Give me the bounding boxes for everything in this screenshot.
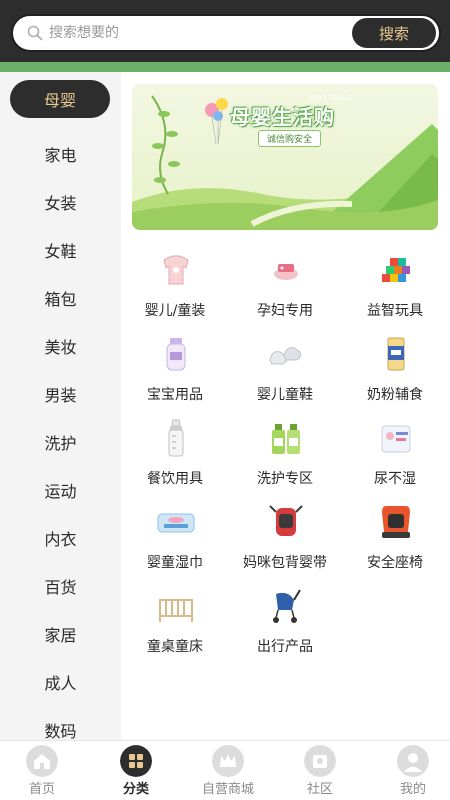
nav-community[interactable]: 社区 xyxy=(280,741,360,800)
banner-subtitle: 诚信购安全 xyxy=(258,130,322,147)
sidebar-item-yundong[interactable]: 运动 xyxy=(0,470,121,510)
nav-label: 分类 xyxy=(122,782,149,797)
search-bar[interactable]: 搜索 xyxy=(11,14,441,52)
category-formula-food[interactable]: 奶粉辅食 xyxy=(340,334,450,418)
category-label: 出行产品 xyxy=(257,639,313,655)
category-label: 妈咪包背婴带 xyxy=(243,555,327,571)
nav-label: 首页 xyxy=(28,782,55,797)
baby-lotion-icon xyxy=(166,338,186,371)
promo-banner[interactable]: HOT SALE 母婴生活购 诚信购安全 xyxy=(132,84,438,230)
category-sidebar[interactable]: 母婴 家电 女装 女鞋 箱包 美妆 男装 洗护 运动 内衣 百货 家居 成人 数… xyxy=(0,72,121,740)
category-label: 婴儿童鞋 xyxy=(257,387,313,403)
category-baby-supplies[interactable]: 宝宝用品 xyxy=(120,334,230,418)
sidebar-item-nanzhuang[interactable]: 男装 xyxy=(0,374,121,414)
sidebar-item-nvxie[interactable]: 女鞋 xyxy=(0,230,121,270)
sidebar-item-shuma[interactable]: 数码 xyxy=(0,710,121,740)
category-label: 宝宝用品 xyxy=(147,387,203,403)
detergent-bottles-icon xyxy=(272,424,300,454)
category-diaper-bag-carrier[interactable]: 妈咪包背婴带 xyxy=(230,502,340,586)
crown-icon xyxy=(212,745,244,777)
category-label: 尿不湿 xyxy=(374,471,416,487)
community-icon xyxy=(304,745,336,777)
sidebar-item-chengren[interactable]: 成人 xyxy=(0,662,121,702)
baby-shoes-icon xyxy=(269,347,301,365)
nav-label: 社区 xyxy=(306,782,333,797)
category-label: 餐饮用具 xyxy=(147,471,203,487)
category-maternity[interactable]: 孕妇专用 xyxy=(230,250,340,334)
sidebar-item-baihuo[interactable]: 百货 xyxy=(0,566,121,606)
crib-icon xyxy=(159,599,193,622)
banner-title: 母婴生活购 xyxy=(230,105,335,129)
category-travel[interactable]: 出行产品 xyxy=(230,586,340,670)
search-icon xyxy=(27,25,43,41)
category-label: 童桌童床 xyxy=(147,639,203,655)
sidebar-item-jiaju[interactable]: 家居 xyxy=(0,614,121,654)
top-header: 搜索 xyxy=(0,0,450,62)
search-button[interactable]: 搜索 xyxy=(352,18,436,48)
nav-profile[interactable]: 我的 xyxy=(373,741,450,800)
sidebar-item-xihu[interactable]: 洗护 xyxy=(0,422,121,462)
category-kids-furniture[interactable]: 童桌童床 xyxy=(120,586,230,670)
category-label: 婴儿/童装 xyxy=(144,303,206,319)
bottom-navigation: 首页 分类 自营商城 社区 我的 xyxy=(0,740,450,800)
sidebar-item-jiadian[interactable]: 家电 xyxy=(0,134,121,174)
baby-clothes-icon xyxy=(163,255,189,285)
category-label: 安全座椅 xyxy=(367,555,423,571)
category-feeding[interactable]: 餐饮用具 xyxy=(120,418,230,502)
category-baby-clothing[interactable]: 婴儿/童装 xyxy=(120,250,230,334)
sidebar-item-muying[interactable]: 母婴 xyxy=(10,80,110,118)
nav-label: 自营商城 xyxy=(201,782,254,797)
wet-wipes-icon xyxy=(157,513,195,533)
stroller-icon xyxy=(273,589,301,623)
nav-home[interactable]: 首页 xyxy=(2,741,82,800)
category-label: 孕妇专用 xyxy=(257,303,313,319)
header-divider xyxy=(0,62,450,72)
category-baby-shoes[interactable]: 婴儿童鞋 xyxy=(230,334,340,418)
nav-self-mall[interactable]: 自营商城 xyxy=(188,741,268,800)
category-label: 益智玩具 xyxy=(367,303,423,319)
category-wet-wipes[interactable]: 婴童湿巾 xyxy=(120,502,230,586)
category-wash-care[interactable]: 洗护专区 xyxy=(230,418,340,502)
profile-icon xyxy=(397,745,429,777)
category-label: 婴童湿巾 xyxy=(147,555,203,571)
maternity-icon xyxy=(274,264,298,280)
category-label: 奶粉辅食 xyxy=(367,387,423,403)
sidebar-item-xiangbao[interactable]: 箱包 xyxy=(0,278,121,318)
category-icon xyxy=(120,745,152,777)
car-seat-icon xyxy=(382,506,410,538)
baby-carrier-icon xyxy=(269,505,303,536)
sidebar-item-neiyi[interactable]: 内衣 xyxy=(0,518,121,558)
milk-powder-icon xyxy=(387,337,405,371)
baby-bottle-icon xyxy=(168,419,184,457)
home-icon xyxy=(26,745,58,777)
nav-label: 我的 xyxy=(399,782,426,797)
category-safety-seat[interactable]: 安全座椅 xyxy=(340,502,450,586)
sidebar-item-nvzhuang[interactable]: 女装 xyxy=(0,182,121,222)
search-input[interactable] xyxy=(49,20,349,46)
sidebar-item-meizhuang[interactable]: 美妆 xyxy=(0,326,121,366)
toy-blocks-icon xyxy=(382,258,410,282)
category-diapers[interactable]: 尿不湿 xyxy=(340,418,450,502)
category-educational-toys[interactable]: 益智玩具 xyxy=(340,250,450,334)
diaper-pack-icon xyxy=(381,425,411,453)
category-label: 洗护专区 xyxy=(257,471,313,487)
nav-category[interactable]: 分类 xyxy=(96,741,176,800)
